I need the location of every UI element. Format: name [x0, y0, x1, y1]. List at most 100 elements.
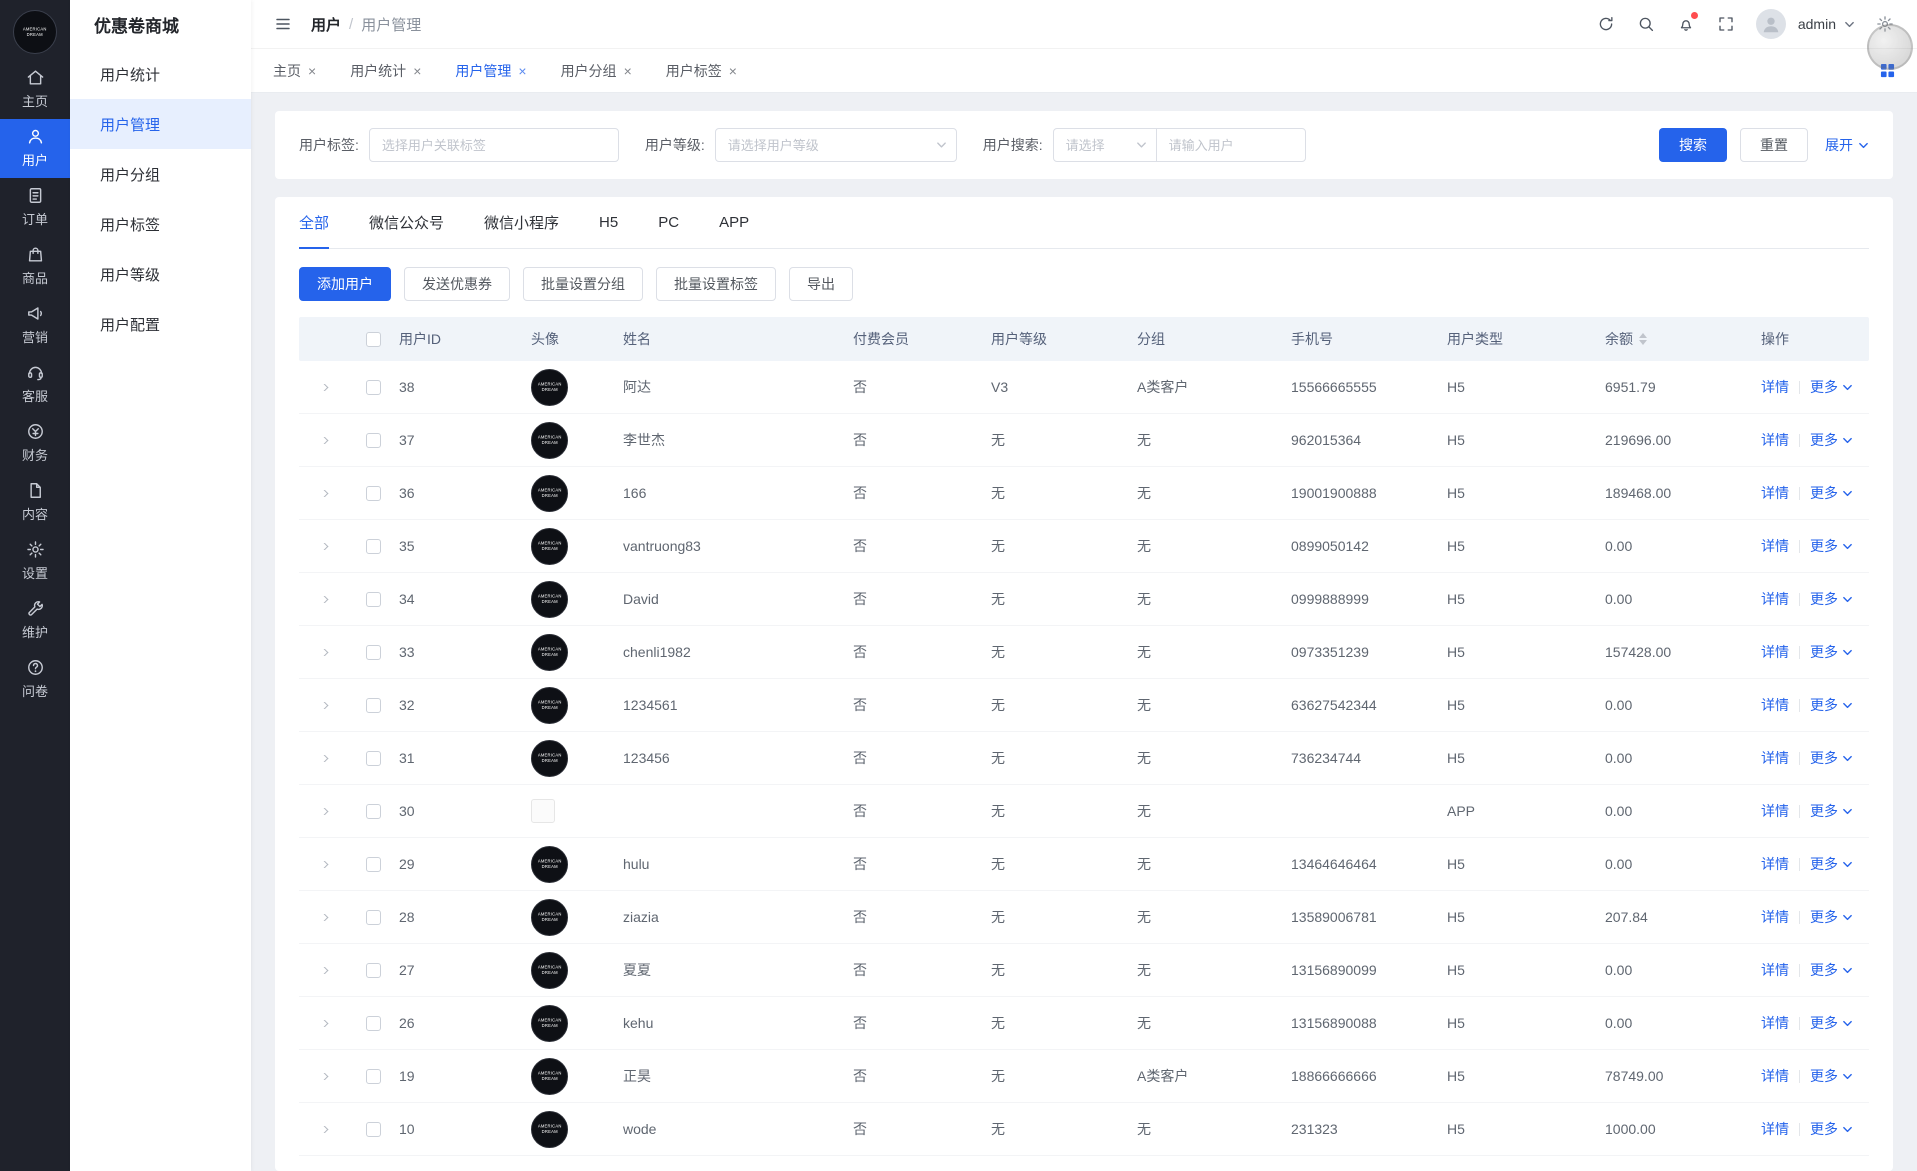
- submenu-item-2[interactable]: 用户分组: [70, 149, 251, 199]
- submenu-item-0[interactable]: 用户统计: [70, 49, 251, 99]
- row-checkbox[interactable]: [365, 803, 381, 819]
- reset-button[interactable]: 重置: [1740, 128, 1808, 162]
- more-dropdown[interactable]: 更多: [1810, 536, 1853, 556]
- more-dropdown[interactable]: 更多: [1810, 1013, 1853, 1033]
- username-label[interactable]: admin: [1798, 16, 1836, 32]
- detail-link[interactable]: 详情: [1761, 589, 1789, 609]
- more-dropdown[interactable]: 更多: [1810, 377, 1853, 397]
- expand-row-icon[interactable]: [318, 542, 328, 550]
- close-icon[interactable]: ×: [729, 64, 737, 78]
- more-dropdown[interactable]: 更多: [1810, 642, 1853, 662]
- row-checkbox[interactable]: [365, 591, 381, 607]
- detail-link[interactable]: 详情: [1761, 377, 1789, 397]
- type-tab-5[interactable]: APP: [719, 197, 749, 248]
- expand-row-icon[interactable]: [318, 860, 328, 868]
- search-type-select[interactable]: [1052, 128, 1157, 162]
- action-button-0[interactable]: 添加用户: [299, 267, 391, 301]
- more-dropdown[interactable]: 更多: [1810, 854, 1853, 874]
- select-all-checkbox[interactable]: [365, 331, 381, 347]
- sort-icon[interactable]: [1639, 333, 1647, 345]
- rail-item-order[interactable]: 订单: [0, 178, 70, 237]
- detail-link[interactable]: 详情: [1761, 642, 1789, 662]
- close-icon[interactable]: ×: [308, 64, 316, 78]
- type-tab-4[interactable]: PC: [658, 197, 679, 248]
- fullscreen-icon[interactable]: [1716, 14, 1736, 34]
- tab-2[interactable]: 用户管理 ×: [455, 61, 526, 81]
- expand-row-icon[interactable]: [318, 701, 328, 709]
- expand-row-icon[interactable]: [318, 489, 328, 497]
- rail-item-finance[interactable]: 财务: [0, 414, 70, 473]
- close-icon[interactable]: ×: [518, 64, 526, 78]
- rail-item-maintain[interactable]: 维护: [0, 591, 70, 650]
- row-checkbox[interactable]: [365, 750, 381, 766]
- search-button[interactable]: 搜索: [1659, 128, 1727, 162]
- detail-link[interactable]: 详情: [1761, 695, 1789, 715]
- action-button-2[interactable]: 批量设置分组: [523, 267, 643, 301]
- expand-row-icon[interactable]: [318, 966, 328, 974]
- type-tab-0[interactable]: 全部: [299, 197, 330, 249]
- rail-item-survey[interactable]: 问卷: [0, 650, 70, 709]
- detail-link[interactable]: 详情: [1761, 801, 1789, 821]
- more-dropdown[interactable]: 更多: [1810, 483, 1853, 503]
- expand-toggle[interactable]: 展开: [1825, 135, 1869, 155]
- row-checkbox[interactable]: [365, 856, 381, 872]
- submenu-item-5[interactable]: 用户配置: [70, 299, 251, 349]
- more-dropdown[interactable]: 更多: [1810, 589, 1853, 609]
- more-dropdown[interactable]: 更多: [1810, 907, 1853, 927]
- more-dropdown[interactable]: 更多: [1810, 960, 1853, 980]
- detail-link[interactable]: 详情: [1761, 1066, 1789, 1086]
- tab-1[interactable]: 用户统计 ×: [350, 61, 421, 81]
- rail-item-home[interactable]: 主页: [0, 60, 70, 119]
- submenu-item-3[interactable]: 用户标签: [70, 199, 251, 249]
- hamburger-icon[interactable]: [273, 14, 293, 34]
- tab-4[interactable]: 用户标签 ×: [666, 61, 737, 81]
- row-checkbox[interactable]: [365, 1121, 381, 1137]
- type-tab-1[interactable]: 微信公众号: [369, 197, 444, 248]
- row-checkbox[interactable]: [365, 1068, 381, 1084]
- user-tag-input[interactable]: [368, 128, 619, 162]
- detail-link[interactable]: 详情: [1761, 960, 1789, 980]
- detail-link[interactable]: 详情: [1761, 1119, 1789, 1139]
- expand-row-icon[interactable]: [318, 1019, 328, 1027]
- expand-row-icon[interactable]: [318, 648, 328, 656]
- user-level-select[interactable]: [714, 128, 957, 162]
- rail-item-content[interactable]: 内容: [0, 473, 70, 532]
- row-checkbox[interactable]: [365, 697, 381, 713]
- more-dropdown[interactable]: 更多: [1810, 1066, 1853, 1086]
- expand-row-icon[interactable]: [318, 807, 328, 815]
- rail-item-marketing[interactable]: 营销: [0, 296, 70, 355]
- refresh-icon[interactable]: [1596, 14, 1616, 34]
- row-checkbox[interactable]: [365, 379, 381, 395]
- row-checkbox[interactable]: [365, 432, 381, 448]
- app-logo[interactable]: AMERICAN DREAM: [13, 10, 57, 54]
- expand-row-icon[interactable]: [318, 436, 328, 444]
- user-menu-caret-icon[interactable]: [1844, 19, 1855, 30]
- rail-item-settings[interactable]: 设置: [0, 532, 70, 591]
- expand-row-icon[interactable]: [318, 1072, 328, 1080]
- expand-row-icon[interactable]: [318, 595, 328, 603]
- action-button-4[interactable]: 导出: [789, 267, 853, 301]
- type-tab-3[interactable]: H5: [599, 197, 618, 248]
- more-dropdown[interactable]: 更多: [1810, 695, 1853, 715]
- user-search-input[interactable]: [1155, 128, 1306, 162]
- detail-link[interactable]: 详情: [1761, 1013, 1789, 1033]
- row-checkbox[interactable]: [365, 909, 381, 925]
- detail-link[interactable]: 详情: [1761, 748, 1789, 768]
- row-checkbox[interactable]: [365, 962, 381, 978]
- more-dropdown[interactable]: 更多: [1810, 430, 1853, 450]
- row-checkbox[interactable]: [365, 1015, 381, 1031]
- more-dropdown[interactable]: 更多: [1810, 801, 1853, 821]
- tab-0[interactable]: 主页 ×: [273, 61, 316, 81]
- bell-icon[interactable]: [1676, 12, 1698, 34]
- submenu-item-1[interactable]: 用户管理: [70, 99, 251, 149]
- submenu-item-4[interactable]: 用户等级: [70, 249, 251, 299]
- close-icon[interactable]: ×: [413, 64, 421, 78]
- expand-row-icon[interactable]: [318, 383, 328, 391]
- rail-item-user[interactable]: 用户: [0, 119, 70, 178]
- more-dropdown[interactable]: 更多: [1810, 748, 1853, 768]
- expand-row-icon[interactable]: [318, 913, 328, 921]
- action-button-3[interactable]: 批量设置标签: [656, 267, 776, 301]
- row-checkbox[interactable]: [365, 538, 381, 554]
- type-tab-2[interactable]: 微信小程序: [484, 197, 559, 248]
- rail-item-service[interactable]: 客服: [0, 355, 70, 414]
